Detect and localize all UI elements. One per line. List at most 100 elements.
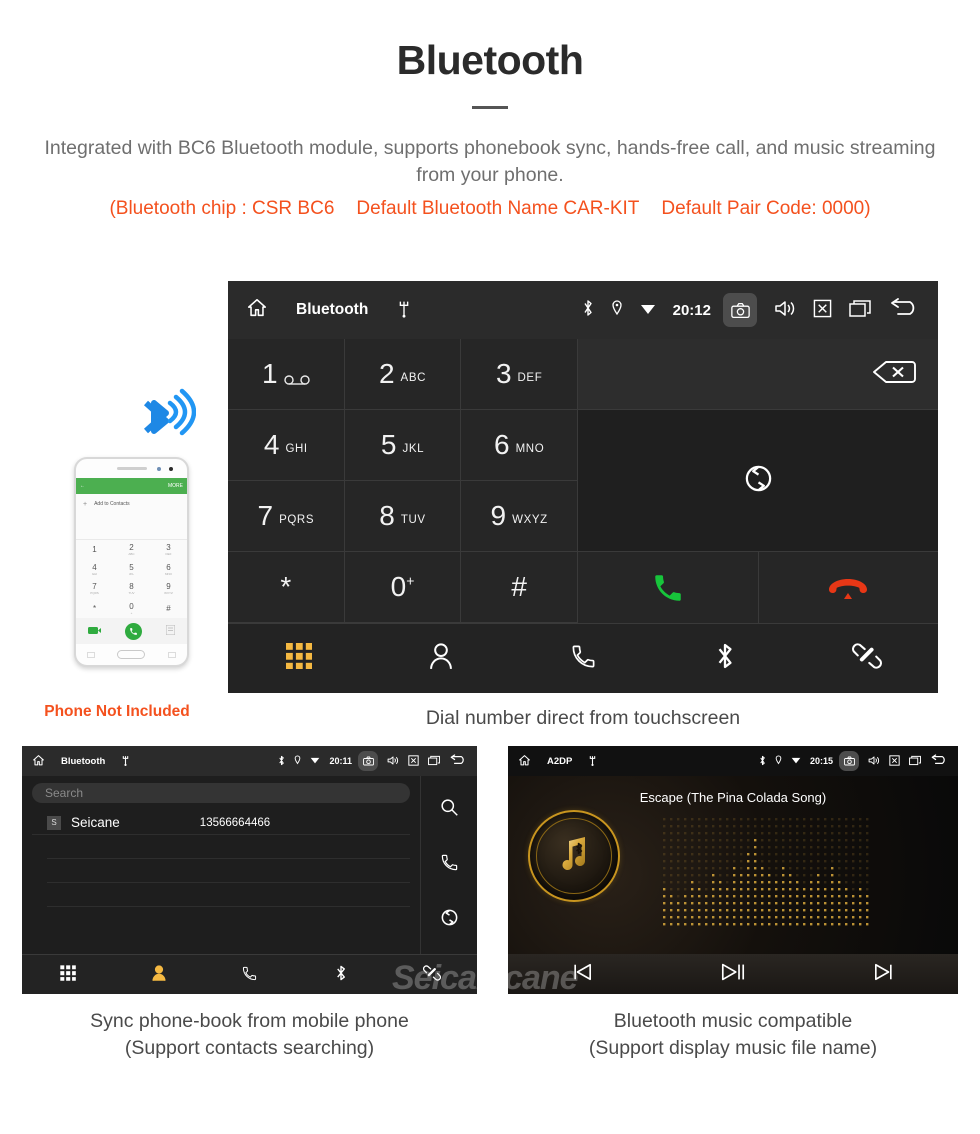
dial-key-6[interactable]: 6 MNO xyxy=(461,410,578,481)
call-icon[interactable] xyxy=(440,853,459,877)
recents-icon[interactable] xyxy=(428,755,440,768)
song-title: Escape (The Pina Colada Song) xyxy=(639,790,827,805)
contact-empty-row xyxy=(47,835,410,859)
back-arrow-icon[interactable] xyxy=(449,754,468,768)
close-box-icon[interactable] xyxy=(813,299,832,322)
contacts-caption: Sync phone-book from mobile phone (Suppo… xyxy=(22,1008,477,1062)
screen-title: Bluetooth xyxy=(296,301,369,318)
music-note-bluetooth-icon xyxy=(536,818,612,894)
backspace-icon[interactable] xyxy=(872,360,916,389)
key-digit: 0+ xyxy=(390,571,415,602)
call-button[interactable] xyxy=(578,552,759,623)
album-art xyxy=(528,810,620,902)
phone-call-bar xyxy=(76,618,187,644)
contact-number: 13566664466 xyxy=(199,816,271,829)
search-icon[interactable] xyxy=(440,798,459,822)
recents-icon[interactable] xyxy=(909,755,921,768)
contacts-list: Search S Seicane 13566664466 xyxy=(22,776,421,954)
sync-area[interactable] xyxy=(578,410,938,552)
dial-key-5[interactable]: 5 JKL xyxy=(344,410,462,481)
back-arrow-icon[interactable] xyxy=(888,298,922,322)
close-box-icon[interactable] xyxy=(408,754,419,768)
phone-not-included-label: Phone Not Included xyxy=(44,703,190,720)
dialer-body: 1 2 ABC 3 DEF 4 GHI 5 JKL 6 MNO 7 PQRS 8 TUV 9 WXYZ * 0+ # xyxy=(228,339,938,623)
phone-key: # xyxy=(166,603,171,613)
call-log-icon xyxy=(570,643,597,675)
sync-icon[interactable] xyxy=(743,463,774,499)
contact-row[interactable]: S Seicane 13566664466 xyxy=(32,811,410,835)
location-icon xyxy=(294,755,301,767)
nav-dialpad-icon[interactable] xyxy=(22,959,113,990)
wifi-icon xyxy=(310,756,320,766)
dot-matrix-spectrum xyxy=(663,818,869,926)
nav-call-log-icon[interactable] xyxy=(204,959,295,991)
home-icon[interactable] xyxy=(31,754,46,769)
camera-icon[interactable] xyxy=(723,293,757,327)
dial-key-7[interactable]: 7 PQRS xyxy=(228,481,345,552)
nav-pair-link-icon[interactable] xyxy=(796,642,938,675)
search-input[interactable]: Search xyxy=(32,783,410,803)
sync-icon[interactable] xyxy=(440,908,459,932)
previous-track-icon[interactable] xyxy=(571,962,593,987)
nav-contacts-icon[interactable] xyxy=(113,958,204,991)
contact-empty-row xyxy=(47,883,410,907)
key-digit: 8 xyxy=(379,500,395,531)
contact-name: Seicane xyxy=(71,815,120,830)
home-icon[interactable] xyxy=(244,297,270,323)
recents-icon[interactable] xyxy=(849,299,871,322)
bottom-navigation xyxy=(22,954,477,994)
key-digit: 7 xyxy=(257,500,274,531)
spec-line: (Bluetooth chip : CSR BC6 Default Bluetoo… xyxy=(0,198,980,220)
bluetooth-dialer-screen: Bluetooth 20:12 1 2 ABC 3 DEF 4 GHI 5 JK… xyxy=(228,281,938,693)
hangup-button[interactable] xyxy=(759,552,939,623)
phone-key: 6 MNO xyxy=(165,562,172,576)
dial-key-4[interactable]: 4 GHI xyxy=(228,410,345,481)
nav-bluetooth-icon[interactable] xyxy=(654,641,796,676)
dial-key-2[interactable]: 2 ABC xyxy=(344,339,462,410)
key-digit: 5 xyxy=(380,429,397,460)
usb-icon xyxy=(589,754,596,768)
volume-icon[interactable] xyxy=(387,755,399,768)
next-track-icon[interactable] xyxy=(873,962,895,987)
camera-icon[interactable] xyxy=(839,751,859,771)
dial-key-hash[interactable]: # xyxy=(461,552,578,623)
volume-icon[interactable] xyxy=(774,299,796,322)
volume-icon[interactable] xyxy=(868,755,880,768)
contact-initial-badge: S xyxy=(47,815,61,830)
dial-key-0[interactable]: 0+ xyxy=(344,552,462,623)
dial-key-3[interactable]: 3 DEF xyxy=(461,339,578,410)
dial-key-1[interactable]: 1 xyxy=(228,339,345,410)
play-pause-icon[interactable] xyxy=(720,961,746,988)
phone-key: 9 WXYZ xyxy=(164,582,173,596)
contacts-caption-line2: (Support contacts searching) xyxy=(124,1037,375,1059)
dial-key-8[interactable]: 8 TUV xyxy=(344,481,462,552)
dialpad-icon xyxy=(286,643,313,674)
dial-key-star[interactable]: * xyxy=(228,552,345,623)
nav-bluetooth-icon[interactable] xyxy=(295,957,386,992)
key-letters: ABC xyxy=(400,372,426,384)
camera-icon[interactable] xyxy=(358,751,378,771)
key-letters: WXYZ xyxy=(512,514,548,526)
nav-dialpad-icon[interactable] xyxy=(228,643,370,674)
dial-key-9[interactable]: 9 WXYZ xyxy=(461,481,578,552)
key-digit: # xyxy=(511,571,527,602)
number-display[interactable] xyxy=(578,339,938,410)
close-box-icon[interactable] xyxy=(889,754,900,768)
location-icon xyxy=(611,300,623,320)
key-digit: 3 xyxy=(495,358,512,389)
nav-contacts-icon[interactable] xyxy=(370,642,512,675)
status-bar: A2DP 20:15 xyxy=(508,746,958,776)
bluetooth-icon xyxy=(759,755,766,768)
back-arrow-icon[interactable] xyxy=(930,754,949,768)
home-icon[interactable] xyxy=(517,754,532,769)
phone-key: 8 TUV xyxy=(128,582,135,596)
key-digit: 1 xyxy=(262,358,278,389)
phone-key: 2 ABC xyxy=(128,543,135,557)
wifi-icon xyxy=(791,756,801,766)
phone-back-icon: ← xyxy=(80,483,85,489)
nav-call-log-icon[interactable] xyxy=(512,643,654,675)
key-letters: MNO xyxy=(515,443,545,455)
page-title: Bluetooth xyxy=(396,37,584,83)
nav-pair-link-icon[interactable] xyxy=(386,958,477,991)
phone-add-contact-label: Add to Contacts xyxy=(94,501,130,507)
